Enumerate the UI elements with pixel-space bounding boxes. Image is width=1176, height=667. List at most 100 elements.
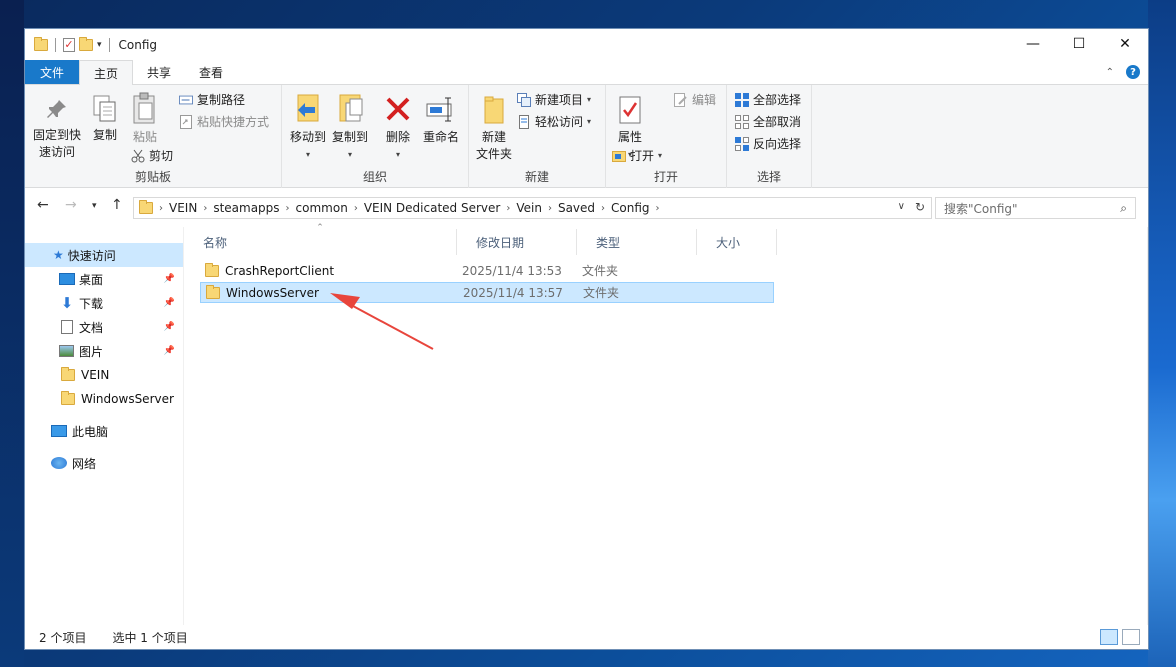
copy-path-button[interactable]: 复制路径 xyxy=(179,91,245,108)
edit-button[interactable]: 编辑 xyxy=(674,91,716,108)
close-button[interactable]: ✕ xyxy=(1102,29,1148,59)
copy-path-icon xyxy=(179,93,193,107)
properties-label: 属性 xyxy=(617,130,642,144)
move-to-button[interactable]: 移动到 ▾ xyxy=(288,91,328,163)
column-size-label: 大小 xyxy=(716,235,741,250)
up-arrow-icon[interactable]: ↑ xyxy=(111,197,123,213)
file-name: CrashReportClient xyxy=(225,263,335,278)
vertical-scrollbar[interactable] xyxy=(1147,227,1148,625)
recent-locations-chevron-icon[interactable]: ▾ xyxy=(92,201,97,211)
nav-item-documents[interactable]: 文档 📌 xyxy=(25,315,183,339)
nav-item-pictures[interactable]: 图片 📌 xyxy=(25,339,183,363)
new-item-button[interactable]: 新建项目 ▾ xyxy=(517,91,591,108)
file-list: ⌃ 名称 修改日期 类型 大小 CrashReportClient 2025/1… xyxy=(184,223,1148,625)
customize-toolbar-chevron-icon[interactable]: ▾ xyxy=(97,40,102,50)
breadcrumb-vein[interactable]: VEIN xyxy=(163,201,203,215)
cut-label: 剪切 xyxy=(149,149,174,163)
forward-arrow-icon[interactable]: → xyxy=(65,197,77,213)
paste-shortcut-button[interactable]: 粘贴快捷方式 xyxy=(179,113,269,130)
address-dropdown-chevron-icon[interactable]: ∨ xyxy=(898,201,905,212)
open-folder-icon xyxy=(612,149,626,163)
new-folder-label-line2: 文件夹 xyxy=(475,147,512,161)
file-name: WindowsServer xyxy=(226,285,319,300)
annotation-arrow xyxy=(330,293,434,350)
nav-item-label: 桌面 xyxy=(79,272,104,287)
back-arrow-icon[interactable]: ← xyxy=(37,197,49,213)
new-folder-icon[interactable] xyxy=(79,37,93,51)
breadcrumb-vein-dedicated-server[interactable]: VEIN Dedicated Server xyxy=(358,201,507,215)
download-icon: ⬇ xyxy=(60,294,74,312)
folder-icon xyxy=(206,284,220,299)
column-type-label: 类型 xyxy=(596,235,621,250)
paste-shortcut-label: 粘贴快捷方式 xyxy=(197,115,270,129)
desktop-background-right xyxy=(1148,0,1176,667)
pin-to-quick-access-button[interactable]: 固定到快 速访问 xyxy=(31,93,83,161)
clipboard-group: 固定到快 速访问 复制 粘贴 复制路径 粘贴快捷方式 剪切 剪贴板 xyxy=(25,85,282,188)
properties-icon[interactable]: ✓ xyxy=(63,38,75,52)
breadcrumb-vein-sub[interactable]: Vein xyxy=(510,201,548,215)
nav-item-downloads[interactable]: ⬇ 下载 📌 xyxy=(25,291,183,315)
delete-icon xyxy=(383,91,413,127)
nav-quick-access-label: 快速访问 xyxy=(67,248,116,263)
title-bar: ✓ ▾ Config — ☐ ✕ xyxy=(25,29,1148,61)
explorer-body: ★ 快速访问 桌面 📌 ⬇ 下载 📌 文档 📌 图片 📌 VEIN Window… xyxy=(25,223,1148,625)
delete-button[interactable]: 删除 ▾ xyxy=(380,91,416,163)
column-header-name[interactable]: ⌃ 名称 xyxy=(184,223,457,255)
select-group-label: 选择 xyxy=(756,170,781,184)
select-all-button[interactable]: 全部选择 xyxy=(735,91,801,108)
easy-access-button[interactable]: 轻松访问 ▾ xyxy=(517,113,591,130)
file-explorer-window: ✓ ▾ Config — ☐ ✕ 文件 主页 共享 查看 ⌃ ? 固定到快 速访… xyxy=(24,28,1149,650)
edit-label: 编辑 xyxy=(692,93,717,107)
maximize-button[interactable]: ☐ xyxy=(1056,29,1102,59)
nav-this-pc[interactable]: 此电脑 xyxy=(25,419,183,443)
paste-button[interactable]: 粘贴 xyxy=(127,91,163,146)
sort-ascending-icon: ⌃ xyxy=(316,223,324,233)
column-header-type[interactable]: 类型 xyxy=(577,229,697,255)
table-row-selected[interactable]: WindowsServer 2025/11/4 13:57 文件夹 xyxy=(200,282,774,303)
tab-view[interactable]: 查看 xyxy=(185,60,237,84)
network-icon xyxy=(51,457,67,469)
copy-button[interactable]: 复制 xyxy=(87,93,123,144)
address-bar[interactable]: › VEIN › steamapps › common › VEIN Dedic… xyxy=(133,197,932,219)
nav-quick-access[interactable]: ★ 快速访问 xyxy=(25,243,183,267)
select-none-button[interactable]: 全部取消 xyxy=(735,113,801,130)
open-label: 打开 xyxy=(630,149,655,163)
minimize-button[interactable]: — xyxy=(1010,29,1056,59)
collapse-ribbon-icon[interactable]: ⌃ xyxy=(1106,67,1114,78)
column-header-date[interactable]: 修改日期 xyxy=(457,229,577,255)
breadcrumb-saved[interactable]: Saved xyxy=(552,201,601,215)
search-icon[interactable]: ⌕ xyxy=(1120,201,1127,216)
nav-item-windowsserver[interactable]: WindowsServer xyxy=(25,387,183,411)
rename-button[interactable]: 重命名 xyxy=(418,91,464,146)
nav-item-vein[interactable]: VEIN xyxy=(25,363,183,387)
new-group: 新建 文件夹 新建项目 ▾ 轻松访问 ▾ 新建 xyxy=(469,85,606,188)
folder-icon xyxy=(61,367,75,381)
breadcrumb-steamapps[interactable]: steamapps xyxy=(207,201,285,215)
column-header-size[interactable]: 大小 xyxy=(697,229,777,255)
cut-button[interactable]: 剪切 xyxy=(131,147,173,164)
copy-to-icon xyxy=(335,91,365,127)
large-icons-view-icon[interactable] xyxy=(1122,629,1140,645)
breadcrumb-config[interactable]: Config xyxy=(605,201,656,215)
refresh-icon[interactable]: ↻ xyxy=(915,200,925,214)
details-view-icon[interactable] xyxy=(1100,629,1118,645)
invert-selection-button[interactable]: 反向选择 xyxy=(735,135,801,152)
table-row[interactable]: CrashReportClient 2025/11/4 13:53 文件夹 xyxy=(200,260,774,281)
copy-to-button[interactable]: 复制到 ▾ xyxy=(330,91,370,163)
ribbon: 固定到快 速访问 复制 粘贴 复制路径 粘贴快捷方式 剪切 剪贴板 移动到 ▾ … xyxy=(25,85,1148,188)
new-folder-button[interactable]: 新建 文件夹 xyxy=(475,93,513,163)
tab-home[interactable]: 主页 xyxy=(79,60,134,85)
search-input[interactable]: 搜索"Config" ⌕ xyxy=(935,197,1136,219)
tab-share[interactable]: 共享 xyxy=(133,60,185,84)
help-icon[interactable]: ? xyxy=(1126,65,1140,79)
nav-item-label: 下载 xyxy=(79,296,104,311)
quick-access-toolbar: ✓ ▾ xyxy=(25,37,113,52)
pin-icon: 📌 xyxy=(163,346,175,356)
nav-network[interactable]: 网络 xyxy=(25,451,183,475)
open-button[interactable]: 打开 ▾ xyxy=(612,147,662,164)
tab-file[interactable]: 文件 xyxy=(25,60,80,84)
item-count: 2 个项目 xyxy=(39,630,87,645)
nav-item-desktop[interactable]: 桌面 📌 xyxy=(25,267,183,291)
breadcrumb-common[interactable]: common xyxy=(290,201,354,215)
pin-label-line1: 固定到快 xyxy=(32,128,81,142)
